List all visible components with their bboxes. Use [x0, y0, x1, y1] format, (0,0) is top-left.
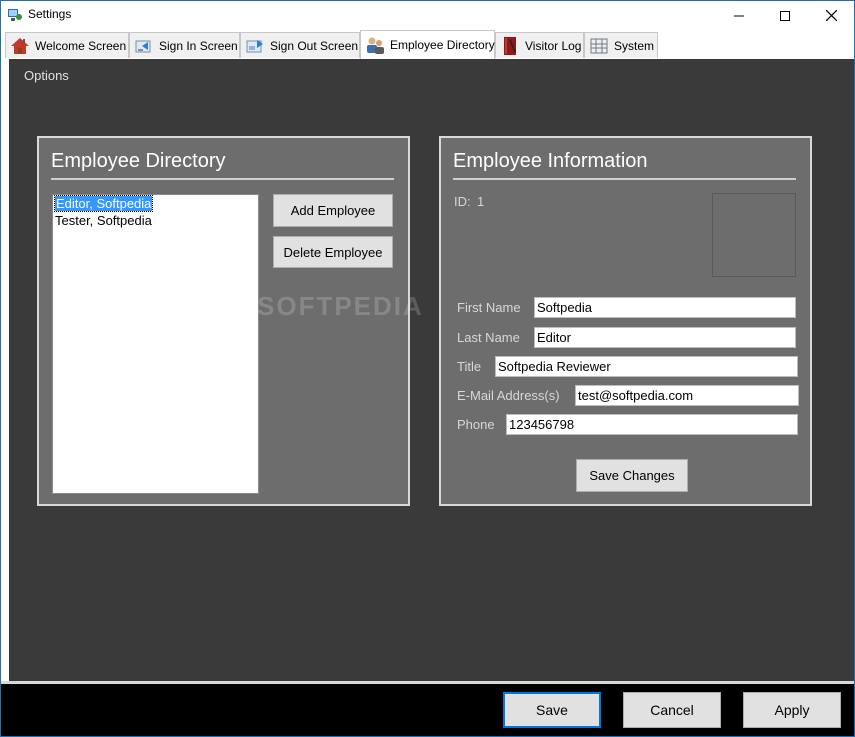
- window-title: Settings: [28, 7, 72, 21]
- add-employee-button[interactable]: Add Employee: [273, 194, 393, 227]
- last-name-field[interactable]: Editor: [534, 327, 796, 348]
- minimize-button[interactable]: [716, 1, 762, 30]
- close-button[interactable]: [808, 1, 854, 30]
- network-icon: [590, 38, 608, 53]
- tab-visitor-log[interactable]: Visitor Log: [495, 32, 584, 58]
- tab-content: Options Employee Directory Editor, Softp…: [9, 59, 854, 681]
- information-title: Employee Information: [453, 150, 648, 172]
- minimize-icon: [734, 15, 744, 16]
- tab-sign-out-screen[interactable]: Sign Out Screen: [240, 32, 360, 58]
- phone-field[interactable]: 123456798: [506, 414, 798, 435]
- employee-photo[interactable]: [712, 193, 796, 277]
- id-value: 1: [477, 194, 485, 209]
- tab-welcome-screen[interactable]: Welcome Screen: [5, 32, 129, 58]
- dialog-button-bar: Save Cancel Apply: [1, 681, 854, 736]
- email-field[interactable]: test@softpedia.com: [575, 385, 799, 406]
- phone-label: Phone: [457, 417, 495, 432]
- watermark: SOFTPEDIA: [257, 291, 424, 321]
- house-icon: [11, 37, 29, 54]
- tab-employee-directory[interactable]: Employee Directory: [360, 30, 495, 59]
- close-icon: [825, 10, 837, 21]
- settings-window: Settings Welcome Screen Sign In Screen S…: [0, 0, 855, 737]
- cancel-button[interactable]: Cancel: [623, 692, 721, 728]
- employee-list[interactable]: Editor, Softpedia Tester, Softpedia: [52, 194, 259, 494]
- last-name-label: Last Name: [457, 330, 520, 345]
- book-icon: [504, 36, 516, 55]
- options-menu[interactable]: Options: [24, 68, 69, 83]
- save-changes-button[interactable]: Save Changes: [576, 459, 688, 492]
- title-label: Title: [457, 359, 482, 374]
- tab-system[interactable]: System: [584, 32, 658, 58]
- employee-information-panel: Employee Information ID: 1 First Name So…: [439, 136, 812, 506]
- directory-title: Employee Directory: [51, 150, 226, 172]
- first-name-label: First Name: [457, 300, 521, 315]
- delete-employee-button[interactable]: Delete Employee: [273, 236, 393, 268]
- list-item[interactable]: Tester, Softpedia: [53, 212, 258, 229]
- information-divider: [453, 178, 796, 180]
- sign-in-icon: [135, 40, 151, 52]
- title-field[interactable]: Softpedia Reviewer: [495, 356, 798, 377]
- app-icon: [8, 9, 22, 21]
- email-label: E-Mail Address(s): [457, 388, 560, 403]
- tab-sign-in-screen[interactable]: Sign In Screen: [129, 32, 240, 58]
- first-name-field[interactable]: Softpedia: [534, 297, 796, 318]
- apply-button[interactable]: Apply: [743, 692, 841, 728]
- save-button[interactable]: Save: [503, 692, 601, 728]
- list-item[interactable]: Editor, Softpedia: [53, 195, 258, 212]
- tab-strip: Welcome Screen Sign In Screen Sign Out S…: [1, 30, 854, 59]
- id-label: ID:: [454, 194, 471, 209]
- directory-divider: [51, 178, 394, 180]
- title-bar: Settings: [1, 1, 854, 30]
- people-icon: [367, 37, 384, 54]
- maximize-button[interactable]: [762, 1, 808, 30]
- sign-out-icon: [246, 39, 263, 52]
- maximize-icon: [780, 10, 790, 21]
